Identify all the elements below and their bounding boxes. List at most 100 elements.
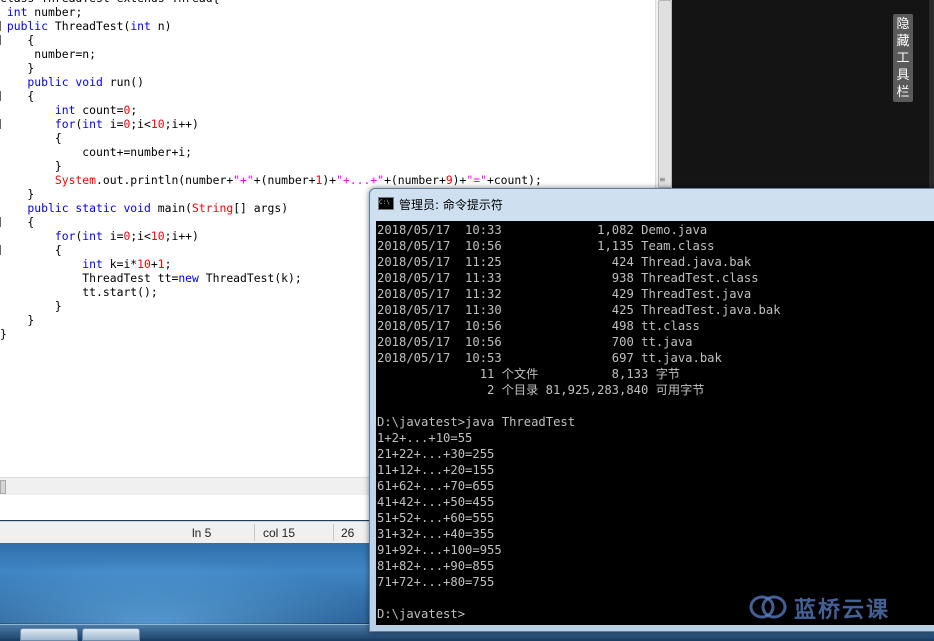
code-token: { (0, 89, 35, 103)
code-line[interactable]: int number; (0, 5, 650, 19)
code-token: ; (130, 103, 138, 117)
code-token: } (0, 61, 35, 75)
code-token: run() (109, 75, 145, 89)
code-token: 10 (150, 229, 165, 243)
watermark-text: 蓝桥云课 (794, 598, 891, 623)
code-token: public (0, 19, 55, 33)
code-token: int (0, 257, 103, 271)
code-token: { (0, 131, 62, 145)
code-line[interactable]: } (0, 61, 650, 75)
console-text: 2018/05/17 10:33 1,082 Demo.java 2018/05/… (377, 222, 781, 622)
code-token: public static void (0, 201, 158, 215)
console-line: 11 个文件 8,133 字节 (377, 367, 681, 381)
console-line: 2 个目录 81,925,283,840 可用字节 (377, 383, 705, 397)
code-line[interactable]: number=n; (0, 47, 650, 61)
code-token: ;i< (130, 117, 151, 131)
fold-marker-icon (0, 119, 1, 129)
code-token: .out.println(number+ (96, 173, 234, 187)
code-line[interactable]: { (0, 131, 650, 145)
hide-toolbar-char: 隐 (896, 17, 910, 32)
code-token: 9 (445, 173, 453, 187)
code-line[interactable]: count+=number+i; (0, 145, 650, 159)
code-token: int (0, 103, 76, 117)
console-output[interactable]: 2018/05/17 10:33 1,082 Demo.java 2018/05/… (376, 221, 934, 625)
code-line[interactable]: int count=0; (0, 103, 650, 117)
console-line: 2018/05/17 11:32 429 ThreadTest.java (377, 287, 752, 301)
code-token: new (178, 271, 199, 285)
fold-marker-icon (0, 35, 1, 45)
window-edge (929, 0, 934, 215)
fold-marker-icon (0, 91, 1, 101)
hide-toolbar-label: 隐藏工具栏 (893, 14, 913, 101)
fold-marker-icon (0, 217, 1, 227)
console-line: 81+82+...+90=855 (377, 559, 495, 573)
console-line: 2018/05/17 10:56 1,135 Team.class (377, 239, 715, 253)
console-line: 31+32+...+40=355 (377, 527, 495, 541)
hide-toolbar-char: 藏 (896, 34, 910, 49)
code-token: + (150, 257, 158, 271)
code-token: for (0, 229, 76, 243)
console-line: 2018/05/17 11:25 424 Thread.java.bak (377, 255, 752, 269)
code-line[interactable]: } (0, 159, 650, 173)
code-line[interactable]: { (0, 33, 650, 47)
code-token: count= (75, 103, 124, 117)
code-token: ;i++) (164, 117, 199, 131)
code-token: ;i< (130, 229, 151, 243)
status-divider (333, 524, 334, 541)
code-token: )+ (322, 173, 337, 187)
horizontal-scroll-thumb[interactable] (0, 480, 6, 494)
column-indicator: col 15 (263, 526, 296, 540)
code-line[interactable]: for(int i=0;i<10;i++) (0, 117, 650, 131)
code-token: "=" (466, 173, 487, 187)
hide-toolbar-char: 工 (896, 51, 910, 66)
taskbar-button[interactable] (20, 628, 78, 641)
code-line[interactable]: public void run() (0, 75, 650, 89)
window-title-bar[interactable]: C:\ 管理员: 命令提示符 (378, 196, 503, 214)
console-line: 2018/05/17 10:53 697 tt.java.bak (377, 351, 722, 365)
console-line: 2018/05/17 11:33 938 ThreadTest.class (377, 271, 759, 285)
fold-marker-icon (0, 21, 1, 31)
code-token: ThreadTest(k); (198, 271, 302, 285)
code-token: } (0, 159, 62, 173)
lanqiao-logo-icon (749, 595, 787, 619)
vertical-scroll-thumb[interactable] (658, 0, 672, 188)
scroll-grip-icon: ≡ (659, 175, 666, 184)
hide-toolbar-char: 栏 (896, 85, 910, 100)
command-prompt-window[interactable]: C:\ 管理员: 命令提示符 2018/05/17 10:33 1,082 Dem… (369, 188, 934, 632)
code-token: { (0, 215, 35, 229)
status-divider (254, 524, 255, 541)
console-line: 2018/05/17 10:56 700 tt.java (377, 335, 693, 349)
console-line: 71+72+...+80=755 (377, 575, 495, 589)
code-line[interactable]: System.out.println(number+"+"+(number+1)… (0, 173, 650, 187)
code-token: { (0, 33, 35, 47)
code-token: "+" (233, 173, 254, 187)
status-extra: 26 (341, 526, 355, 540)
code-line[interactable]: { (0, 89, 650, 103)
code-token: public void (0, 75, 110, 89)
code-token: for (0, 117, 76, 131)
taskbar-button[interactable] (82, 628, 140, 641)
code-token: count+=number+i; (0, 145, 193, 159)
code-line[interactable]: public ThreadTest(int n) (0, 19, 650, 33)
console-icon: C:\ (378, 197, 394, 210)
hide-toolbar-button[interactable]: 隐藏工具栏 (893, 14, 913, 102)
code-token: tt.start(); (0, 285, 158, 299)
code-token: int (130, 19, 151, 33)
code-token: ThreadTest( (54, 19, 131, 33)
window-title: 管理员: 命令提示符 (399, 198, 503, 212)
code-token: } (0, 187, 35, 201)
code-token: main( (157, 201, 193, 215)
console-line: 41+42+...+50=455 (377, 495, 495, 509)
code-token: +(number+ (253, 173, 316, 187)
code-token: ;i++) (164, 229, 199, 243)
console-line: 2018/05/17 10:56 498 tt.class (377, 319, 700, 333)
code-token: } (0, 313, 35, 327)
console-line: 61+62+...+70=655 (377, 479, 495, 493)
code-token: { (0, 243, 62, 257)
code-token: ThreadTest tt= (0, 271, 179, 285)
code-token: int (82, 229, 103, 243)
code-token: System (0, 173, 97, 187)
console-line: D:\javatest>java ThreadTest (377, 415, 576, 429)
